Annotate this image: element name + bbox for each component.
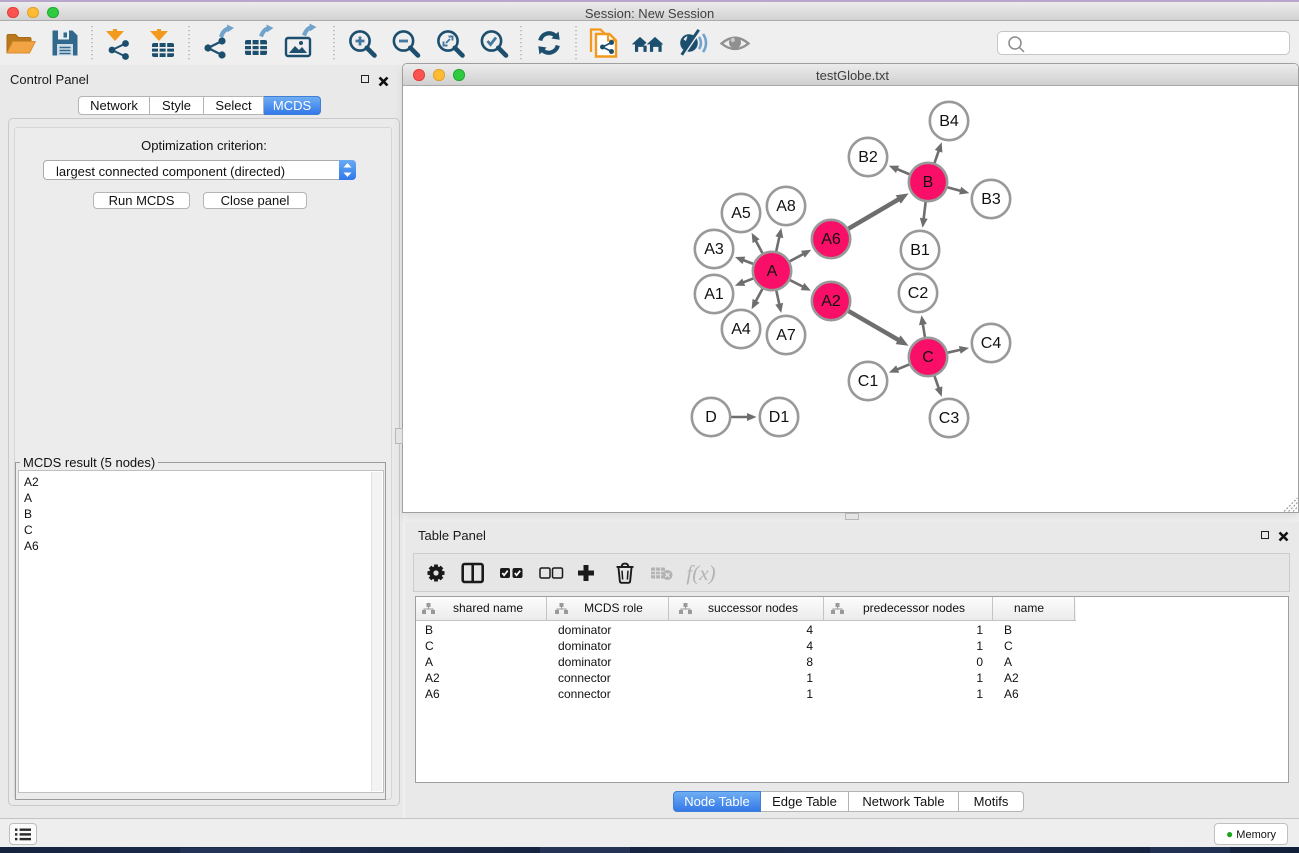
- svg-text:C4: C4: [980, 335, 1001, 352]
- svg-text:C1: C1: [857, 373, 878, 390]
- svg-text:A: A: [766, 263, 777, 280]
- svg-text:f(x): f(x): [686, 561, 715, 585]
- svg-text:A1: A1: [704, 286, 724, 303]
- svg-text:A7: A7: [776, 327, 796, 344]
- svg-text:C: C: [922, 349, 934, 366]
- svg-text:C2: C2: [907, 285, 928, 302]
- svg-text:C3: C3: [938, 410, 959, 427]
- svg-text:A2: A2: [821, 293, 841, 310]
- svg-text:A8: A8: [776, 198, 796, 215]
- svg-text:D: D: [705, 409, 717, 426]
- svg-text:A4: A4: [731, 321, 751, 338]
- svg-text:D1: D1: [768, 409, 789, 426]
- svg-text:B3: B3: [981, 191, 1001, 208]
- svg-text:B: B: [922, 174, 933, 191]
- svg-text:A5: A5: [731, 205, 751, 222]
- svg-text:A3: A3: [704, 241, 724, 258]
- svg-text:B4: B4: [939, 113, 959, 130]
- svg-text:B2: B2: [858, 149, 878, 166]
- svg-text:A6: A6: [821, 231, 841, 248]
- svg-text:B1: B1: [910, 242, 930, 259]
